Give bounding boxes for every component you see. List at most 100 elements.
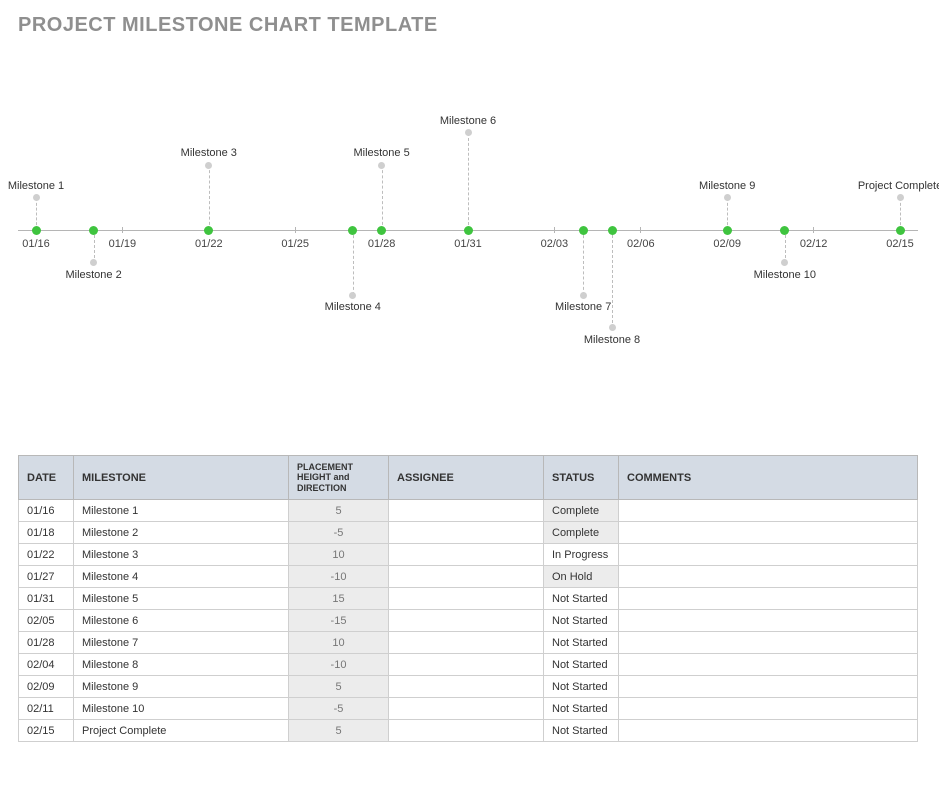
tick-mark [295,227,296,233]
milestone-dot-icon [204,226,213,235]
cell-comments[interactable] [619,654,918,676]
cell-milestone[interactable]: Milestone 8 [74,654,289,676]
tick-label: 02/15 [886,238,914,250]
cell-comments[interactable] [619,698,918,720]
cell-assignee[interactable] [389,676,544,698]
cell-date[interactable]: 02/09 [19,676,74,698]
cell-status[interactable]: On Hold [544,566,619,588]
cell-milestone[interactable]: Milestone 9 [74,676,289,698]
table-row: 02/05Milestone 6-15 Not Started [19,610,918,632]
cell-assignee[interactable] [389,698,544,720]
milestone-label: Milestone 6 [440,115,496,127]
cell-comments[interactable] [619,544,918,566]
cell-assignee[interactable] [389,566,544,588]
cell-milestone[interactable]: Project Complete [74,720,289,742]
milestone-label: Milestone 3 [181,147,237,159]
milestone-dot-icon [464,226,473,235]
milestone-label: Milestone 7 [555,301,611,313]
cell-placement[interactable]: 15 [289,588,389,610]
milestone-label: Milestone 8 [584,334,640,346]
cell-assignee[interactable] [389,610,544,632]
cell-assignee[interactable] [389,522,544,544]
milestone-end-dot-icon [609,324,616,331]
milestone-label: Milestone 1 [8,180,64,192]
milestone-stem [583,230,584,295]
cell-comments[interactable] [619,610,918,632]
cell-milestone[interactable]: Milestone 4 [74,566,289,588]
cell-status[interactable]: Not Started [544,610,619,632]
cell-status[interactable]: Not Started [544,632,619,654]
cell-comments[interactable] [619,588,918,610]
cell-date[interactable]: 01/16 [19,500,74,522]
milestone-dot-icon [32,226,41,235]
cell-status[interactable]: Not Started [544,698,619,720]
cell-assignee[interactable] [389,720,544,742]
tick-mark [122,227,123,233]
cell-placement[interactable]: 5 [289,500,389,522]
table-row: 01/18Milestone 2-5 Complete [19,522,918,544]
cell-placement[interactable]: 10 [289,544,389,566]
cell-assignee[interactable] [389,632,544,654]
tick-label: 02/03 [541,238,569,250]
cell-status[interactable]: Complete [544,500,619,522]
cell-milestone[interactable]: Milestone 6 [74,610,289,632]
cell-milestone[interactable]: Milestone 5 [74,588,289,610]
cell-comments[interactable] [619,500,918,522]
cell-milestone[interactable]: Milestone 1 [74,500,289,522]
milestone-end-dot-icon [90,259,97,266]
cell-date[interactable]: 01/22 [19,544,74,566]
milestone-stem [612,230,613,328]
cell-date[interactable]: 02/05 [19,610,74,632]
cell-comments[interactable] [619,676,918,698]
cell-date[interactable]: 02/15 [19,720,74,742]
milestone-stem [94,230,95,263]
milestone-stem [785,230,786,263]
cell-comments[interactable] [619,522,918,544]
cell-placement[interactable]: -10 [289,654,389,676]
cell-milestone[interactable]: Milestone 10 [74,698,289,720]
milestone-end-dot-icon [349,292,356,299]
cell-placement[interactable]: -5 [289,522,389,544]
table-row: 01/31Milestone 515 Not Started [19,588,918,610]
table-row: 02/04Milestone 8-10 Not Started [19,654,918,676]
cell-status[interactable]: Not Started [544,654,619,676]
cell-placement[interactable]: -15 [289,610,389,632]
cell-assignee[interactable] [389,544,544,566]
cell-placement[interactable]: 5 [289,676,389,698]
cell-status[interactable]: In Progress [544,544,619,566]
cell-placement[interactable]: -10 [289,566,389,588]
cell-assignee[interactable] [389,654,544,676]
tick-label: 02/06 [627,238,655,250]
table-row: 01/16Milestone 15 Complete [19,500,918,522]
table-row: 02/09Milestone 95 Not Started [19,676,918,698]
cell-status[interactable]: Not Started [544,676,619,698]
cell-date[interactable]: 01/27 [19,566,74,588]
cell-comments[interactable] [619,632,918,654]
cell-date[interactable]: 01/28 [19,632,74,654]
cell-milestone[interactable]: Milestone 7 [74,632,289,654]
cell-status[interactable]: Not Started [544,588,619,610]
cell-date[interactable]: 02/11 [19,698,74,720]
cell-placement[interactable]: -5 [289,698,389,720]
cell-assignee[interactable] [389,588,544,610]
cell-comments[interactable] [619,566,918,588]
milestone-label: Project Complete [858,180,939,192]
milestone-end-dot-icon [781,259,788,266]
cell-status[interactable]: Not Started [544,720,619,742]
milestone-dot-icon [780,226,789,235]
milestone-dot-icon [89,226,98,235]
cell-date[interactable]: 02/04 [19,654,74,676]
cell-milestone[interactable]: Milestone 2 [74,522,289,544]
cell-assignee[interactable] [389,500,544,522]
cell-comments[interactable] [619,720,918,742]
cell-placement[interactable]: 10 [289,632,389,654]
milestone-dot-icon [896,226,905,235]
cell-date[interactable]: 01/18 [19,522,74,544]
milestone-end-dot-icon [465,129,472,136]
cell-status[interactable]: Complete [544,522,619,544]
cell-placement[interactable]: 5 [289,720,389,742]
table-row: 01/27Milestone 4-10 On Hold [19,566,918,588]
cell-milestone[interactable]: Milestone 3 [74,544,289,566]
col-date: DATE [19,456,74,500]
cell-date[interactable]: 01/31 [19,588,74,610]
